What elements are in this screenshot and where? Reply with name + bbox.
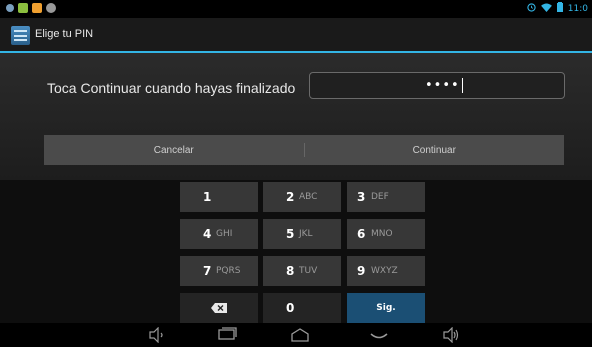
backspace-icon xyxy=(211,303,227,313)
key-letters: PQRS xyxy=(216,266,241,276)
key-7[interactable]: 7 PQRS xyxy=(180,256,258,286)
action-bar: Elige tu PIN xyxy=(0,18,592,53)
settings-icon[interactable] xyxy=(11,26,30,45)
key-letters: TUV xyxy=(299,266,318,276)
key-digit: 4 xyxy=(203,227,212,241)
pin-masked-value: •••• xyxy=(425,78,460,93)
key-4[interactable]: 4 GHI xyxy=(180,219,258,249)
key-digit: 5 xyxy=(286,227,295,241)
continue-button[interactable]: Continuar xyxy=(305,135,565,165)
recent-apps-icon[interactable] xyxy=(369,327,389,343)
next-key[interactable]: Sig. xyxy=(347,293,425,323)
key-digit: 8 xyxy=(286,264,295,278)
battery-icon xyxy=(556,2,563,15)
text-cursor xyxy=(462,78,463,93)
status-left-icons xyxy=(6,3,56,13)
key-digit: 3 xyxy=(357,190,366,204)
status-bar: 11:0 xyxy=(0,0,592,18)
key-letters: WXYZ xyxy=(371,266,398,276)
key-digit: 0 xyxy=(286,301,295,315)
button-bar: Cancelar Continuar xyxy=(44,135,564,165)
volume-down-icon[interactable] xyxy=(148,327,166,343)
pin-input[interactable]: •••• xyxy=(309,72,565,99)
back-icon[interactable] xyxy=(217,327,237,343)
key-digit: 9 xyxy=(357,264,366,278)
key-digit: 2 xyxy=(286,190,295,204)
numeric-keypad: 1 2 ABC 3 DEF 4 GHI 5 JKL 6 MNO 7 PQRS 8… xyxy=(0,180,592,323)
navigation-bar xyxy=(0,323,592,347)
alarm-icon xyxy=(527,2,536,15)
delete-key[interactable] xyxy=(180,293,258,323)
status-time: 11:0 xyxy=(567,3,588,14)
notification-icon xyxy=(32,3,42,13)
key-3[interactable]: 3 DEF xyxy=(347,182,425,212)
key-2[interactable]: 2 ABC xyxy=(263,182,341,212)
instruction-text: Toca Continuar cuando hayas finalizado xyxy=(47,80,296,96)
key-8[interactable]: 8 TUV xyxy=(263,256,341,286)
key-letters: DEF xyxy=(371,192,389,202)
debug-icon xyxy=(6,4,14,12)
cancel-button[interactable]: Cancelar xyxy=(44,135,304,165)
android-icon xyxy=(18,3,28,13)
pin-entry-panel: Toca Continuar cuando hayas finalizado •… xyxy=(0,53,592,180)
key-letters: JKL xyxy=(299,229,313,239)
key-0[interactable]: 0 xyxy=(263,293,341,323)
status-right-icons: 11:0 xyxy=(527,2,588,15)
key-letters: GHI xyxy=(216,229,233,239)
key-9[interactable]: 9 WXYZ xyxy=(347,256,425,286)
key-6[interactable]: 6 MNO xyxy=(347,219,425,249)
key-letters: MNO xyxy=(371,229,393,239)
next-key-label: Sig. xyxy=(376,303,396,313)
key-digit: 1 xyxy=(203,190,212,204)
wifi-icon xyxy=(540,2,552,15)
page-title: Elige tu PIN xyxy=(35,28,94,40)
home-icon[interactable] xyxy=(290,327,310,343)
key-digit: 7 xyxy=(203,264,212,278)
volume-up-icon[interactable] xyxy=(442,327,460,343)
chat-icon xyxy=(46,3,56,13)
key-5[interactable]: 5 JKL xyxy=(263,219,341,249)
key-digit: 6 xyxy=(357,227,366,241)
key-letters: ABC xyxy=(299,192,318,202)
key-1[interactable]: 1 xyxy=(180,182,258,212)
